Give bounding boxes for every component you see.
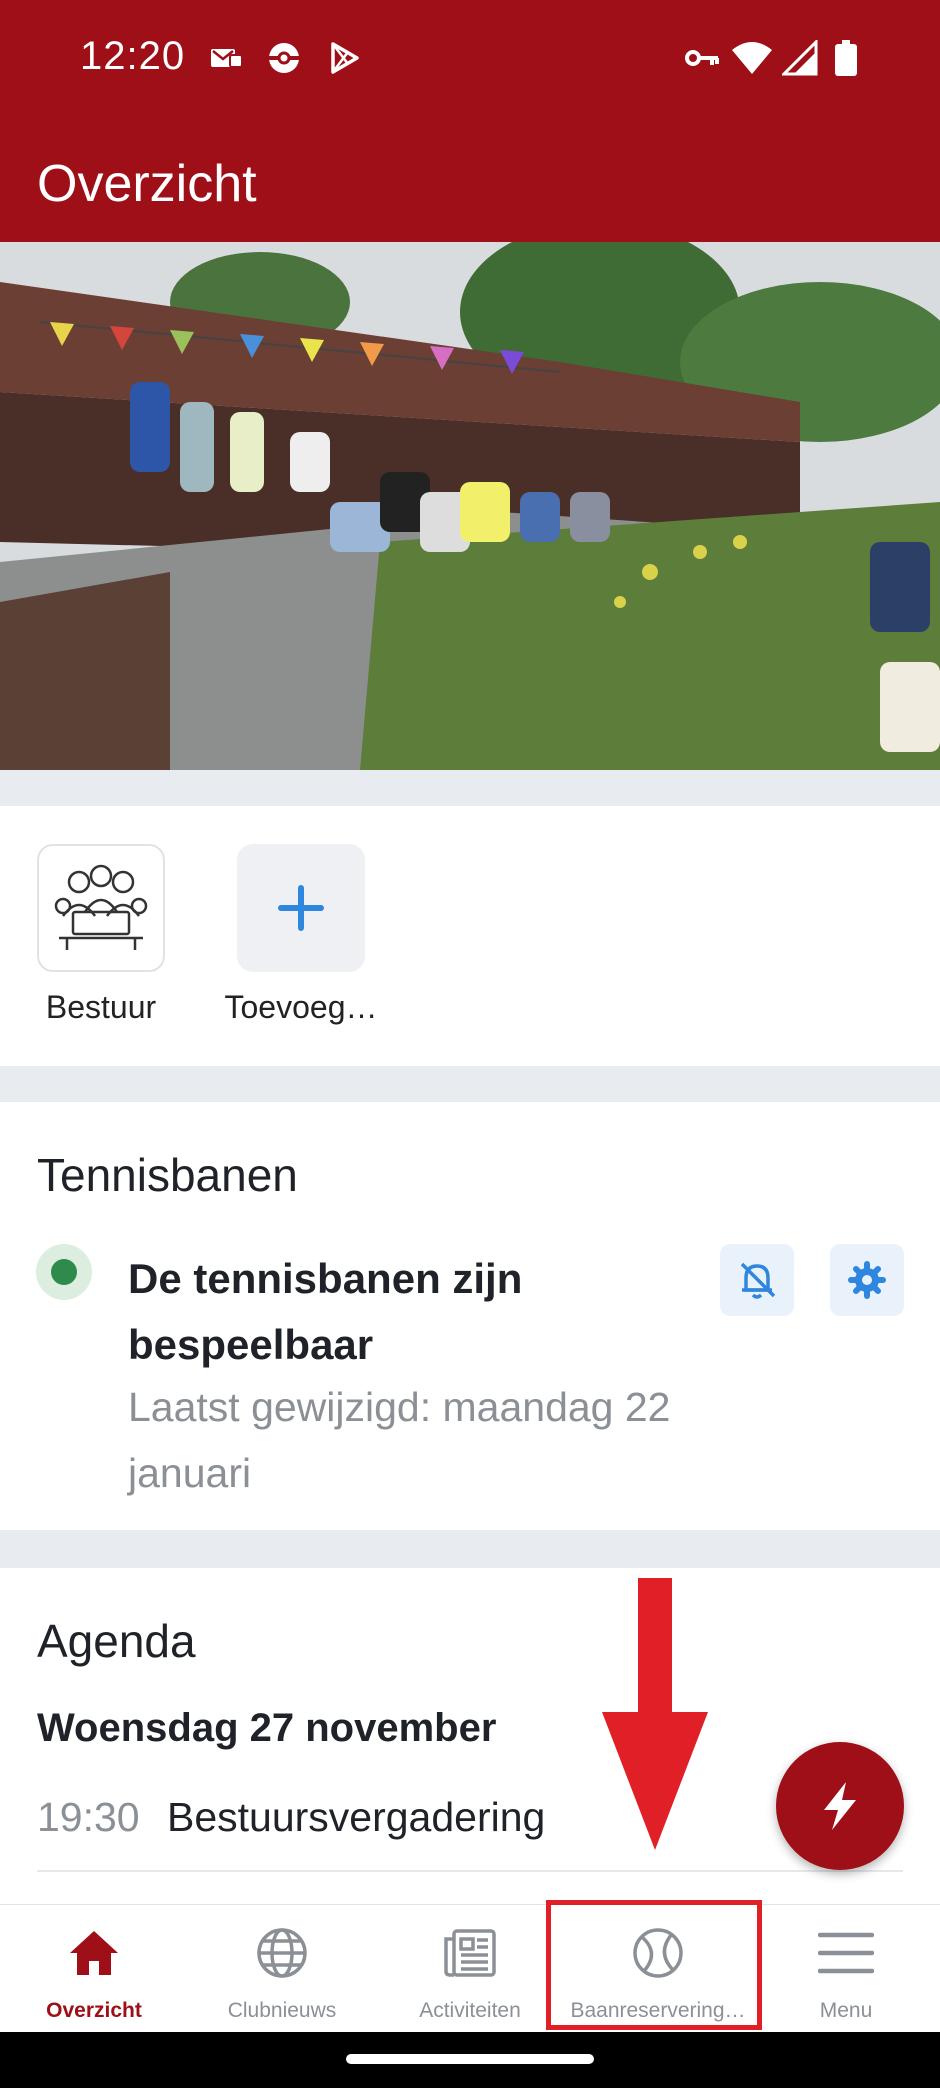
plus-icon bbox=[278, 885, 324, 931]
signal-icon bbox=[782, 40, 818, 76]
add-group-button[interactable] bbox=[237, 844, 365, 972]
globe-icon bbox=[257, 1928, 307, 1978]
home-gesture-handle[interactable] bbox=[346, 2054, 594, 2064]
gear-icon bbox=[848, 1261, 886, 1299]
nav-label-menu: Menu bbox=[819, 1999, 873, 2022]
lightning-icon bbox=[824, 1782, 856, 1830]
hero-image bbox=[0, 242, 940, 770]
system-nav-bar bbox=[0, 2032, 940, 2088]
battery-icon bbox=[835, 40, 857, 76]
play-store-icon bbox=[331, 42, 359, 74]
vpn-key-icon bbox=[685, 50, 719, 66]
courts-card: Tennisbanen De tennisbanen zijn bespeelb… bbox=[0, 1102, 940, 1530]
court-status-dot bbox=[51, 1259, 77, 1285]
nav-item-activiteiten[interactable]: Activiteiten bbox=[376, 1905, 564, 2033]
wifi-icon bbox=[732, 42, 772, 74]
menu-icon bbox=[818, 1932, 874, 1974]
bottom-navigation: Overzicht Clubnieuws Activiteiten Baanre… bbox=[0, 1904, 940, 2032]
nav-item-overzicht[interactable]: Overzicht bbox=[0, 1905, 188, 2033]
nav-item-menu[interactable]: Menu bbox=[752, 1905, 940, 2033]
nav-label-clubnieuws: Clubnieuws bbox=[227, 1999, 337, 2022]
notifications-off-button[interactable] bbox=[720, 1244, 794, 1316]
court-last-modified: Laatst gewijzigd: maandag 22 januari bbox=[128, 1384, 671, 1496]
group-label-add: Toevoeg… bbox=[224, 989, 378, 1025]
court-settings-button[interactable] bbox=[830, 1244, 904, 1316]
annotation-highlight-box bbox=[546, 1900, 762, 2030]
court-status-indicator bbox=[36, 1244, 92, 1300]
annotation-arrow bbox=[602, 1578, 708, 1850]
status-bar: 12:20 bbox=[0, 0, 940, 118]
nav-item-clubnieuws[interactable]: Clubnieuws bbox=[188, 1905, 376, 2033]
group-tile-bestuur[interactable] bbox=[37, 844, 165, 972]
pokeball-icon bbox=[269, 43, 299, 73]
agenda-title: Agenda bbox=[37, 1615, 196, 1667]
newspaper-icon bbox=[444, 1929, 496, 1977]
page-title: Overzicht bbox=[37, 155, 257, 213]
group-label-bestuur: Bestuur bbox=[45, 989, 157, 1025]
mail-badge-icon bbox=[211, 49, 243, 68]
court-status-text: De tennisbanen zijn bespeelbaar bbox=[128, 1255, 523, 1368]
agenda-event-time: 19:30 bbox=[37, 1794, 140, 1840]
groups-card: Bestuur Toevoeg… bbox=[0, 806, 940, 1066]
agenda-divider bbox=[37, 1870, 903, 1872]
nav-label-overzicht: Overzicht bbox=[46, 1999, 142, 2022]
board-people-icon bbox=[54, 864, 148, 950]
bell-off-icon bbox=[740, 1262, 776, 1299]
agenda-event-name[interactable]: Bestuursvergadering bbox=[167, 1794, 545, 1841]
status-time: 12:20 bbox=[80, 34, 186, 78]
quick-action-button[interactable] bbox=[776, 1742, 904, 1870]
app-bar: Overzicht bbox=[0, 118, 940, 242]
clubhouse-photo bbox=[0, 242, 940, 770]
home-icon bbox=[70, 1931, 118, 1975]
nav-label-activiteiten: Activiteiten bbox=[419, 1999, 521, 2022]
agenda-date: Woensdag 27 november bbox=[37, 1706, 497, 1750]
courts-title: Tennisbanen bbox=[37, 1149, 298, 1201]
